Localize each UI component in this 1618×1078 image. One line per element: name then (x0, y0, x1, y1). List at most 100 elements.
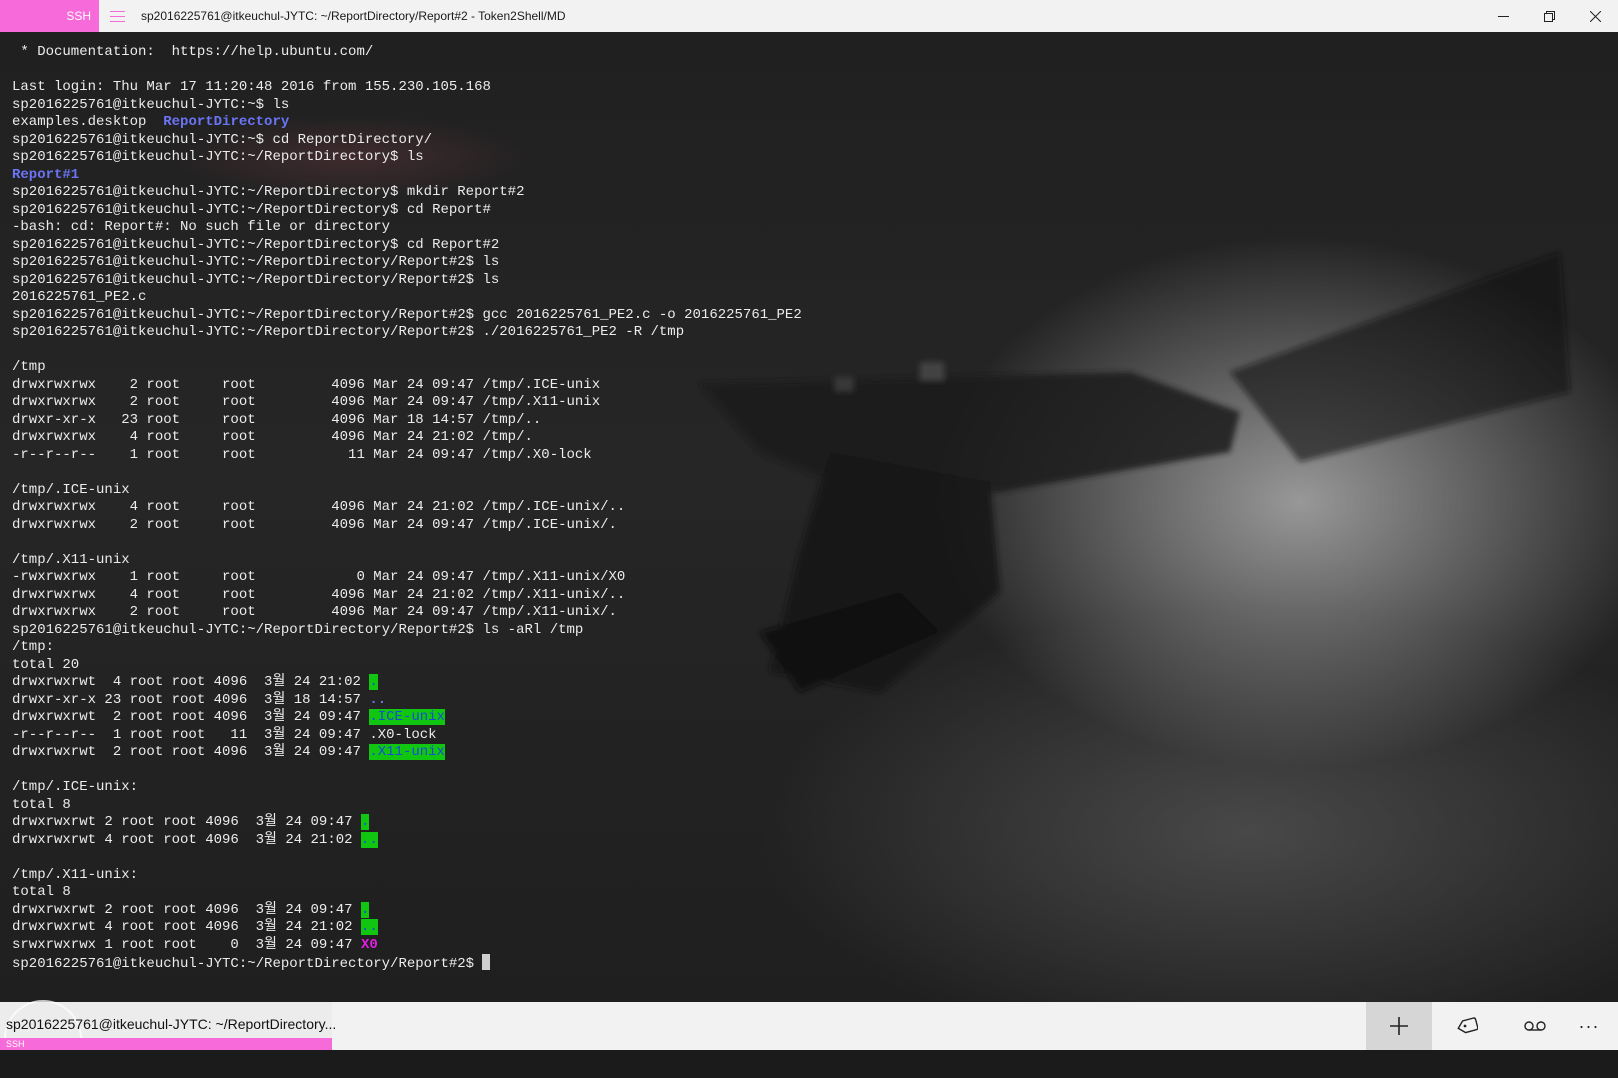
terminal-line: drwxrwxrwt 2 root root 4096 3월 24 09:47 … (12, 744, 802, 762)
close-icon (1589, 10, 1601, 22)
window-title: sp2016225761@itkeuchul-JYTC: ~/ReportDir… (141, 9, 566, 23)
terminal-text: . (369, 674, 378, 690)
terminal-line: drwxrwxrwt 4 root root 4096 3월 24 21:02 … (12, 674, 802, 692)
terminal-text: total 8 (12, 884, 71, 900)
terminal-text: sp2016225761@itkeuchul-JYTC:~/ReportDire… (12, 271, 500, 288)
tag-button[interactable] (1434, 1002, 1500, 1050)
terminal-line: /tmp/.ICE-unix: (12, 779, 802, 797)
voicemail-button[interactable] (1502, 1002, 1568, 1050)
plus-icon (1390, 1017, 1408, 1035)
terminal-text: drwxrwxrwx 4 root root 4096 Mar 24 21:02… (12, 499, 626, 515)
terminal-output: * Documentation: https://help.ubuntu.com… (12, 44, 802, 972)
terminal-text: drwxrwxrwx 4 root root 4096 Mar 24 21:02… (12, 429, 533, 445)
terminal-text: sp2016225761@itkeuchul-JYTC:~/ReportDire… (12, 201, 491, 218)
voicemail-icon (1524, 1021, 1546, 1031)
terminal-line: drwxrwxrwt 4 root root 4096 3월 24 21:02 … (12, 919, 802, 937)
terminal-text: drwxrwxrwx 2 root root 4096 Mar 24 09:47… (12, 516, 617, 533)
terminal-text: . (360, 814, 370, 830)
terminal-line: /tmp/.X11-unix (12, 552, 802, 570)
terminal-line: sp2016225761@itkeuchul-JYTC:~/ReportDire… (12, 622, 802, 640)
terminal-line: sp2016225761@itkeuchul-JYTC:~/ReportDire… (12, 954, 802, 972)
terminal-line: /tmp/.X11-unix: (12, 867, 802, 885)
terminal-text: sp2016225761@itkeuchul-JYTC:~/ReportDire… (12, 254, 500, 270)
terminal-text: sp2016225761@itkeuchul-JYTC:~/ReportDire… (12, 236, 500, 253)
terminal-text: sp2016225761@itkeuchul-JYTC:~$ cd Report… (12, 131, 433, 148)
terminal-text: . (360, 901, 370, 918)
terminal-line: /tmp/.ICE-unix (12, 482, 802, 500)
minimize-icon (1497, 15, 1509, 17)
terminal-text: -rwxrwxrwx 1 root root 0 Mar 24 09:47 /t… (12, 569, 626, 585)
restore-button[interactable] (1526, 0, 1572, 32)
terminal-text: X0 (360, 936, 378, 953)
terminal-text: drwxrwxrwt 4 root root 4096 3월 24 21:02 (12, 831, 361, 848)
terminal-line: drwxr-xr-x 23 root root 4096 3월 18 14:57… (12, 692, 802, 710)
terminal-line: -bash: cd: Report#: No such file or dire… (12, 219, 802, 237)
terminal-text: drwxrwxrwt 2 root root 4096 3월 24 09:47 (12, 814, 361, 830)
close-button[interactable] (1572, 0, 1618, 32)
terminal-text: sp2016225761@itkeuchul-JYTC:~/ReportDire… (12, 324, 685, 340)
session-tab[interactable]: sp2016225761@itkeuchul-JYTC: ~/ReportDir… (0, 1000, 336, 1050)
terminal-line: drwxr-xr-x 23 root root 4096 Mar 18 14:5… (12, 412, 802, 430)
terminal-line: Last login: Thu Mar 17 11:20:48 2016 fro… (12, 79, 802, 97)
minimize-button[interactable] (1480, 0, 1526, 32)
add-tab-button[interactable] (1366, 1002, 1432, 1050)
terminal-text: drwxrwxrwx 2 root root 4096 Mar 24 09:47… (12, 394, 601, 410)
terminal-cursor (482, 954, 491, 970)
terminal-line: total 8 (12, 797, 802, 815)
terminal-text: drwxrwxrwx 4 root root 4096 Mar 24 21:02… (12, 586, 626, 603)
terminal-line: drwxrwxrwx 2 root root 4096 Mar 24 09:47… (12, 394, 802, 412)
terminal-line: sp2016225761@itkeuchul-JYTC:~/ReportDire… (12, 307, 802, 325)
terminal-text: drwxrwxrwx 2 root root 4096 Mar 24 09:47… (12, 604, 617, 620)
terminal-text: /tmp/.X11-unix: (12, 866, 139, 883)
terminal-view[interactable]: * Documentation: https://help.ubuntu.com… (0, 32, 1618, 1002)
terminal-text: /tmp/.ICE-unix: (12, 779, 139, 795)
terminal-line: sp2016225761@itkeuchul-JYTC:~/ReportDire… (12, 149, 802, 167)
terminal-text: drwxrwxrwx 2 root root 4096 Mar 24 09:47… (12, 376, 601, 393)
terminal-line: /tmp: (12, 639, 802, 657)
terminal-line: -r--r--r-- 1 root root 11 3월 24 09:47 .X… (12, 727, 802, 745)
terminal-line: 2016225761_PE2.c (12, 289, 802, 307)
terminal-line: sp2016225761@itkeuchul-JYTC:~/ReportDire… (12, 324, 802, 342)
terminal-line: sp2016225761@itkeuchul-JYTC:~$ ls (12, 97, 802, 115)
title-bar: SSH sp2016225761@itkeuchul-JYTC: ~/Repor… (0, 0, 1618, 32)
terminal-text: /tmp/.ICE-unix (12, 481, 130, 498)
tag-icon (1457, 1017, 1478, 1034)
terminal-line: total 20 (12, 657, 802, 675)
terminal-line: drwxrwxrwx 2 root root 4096 Mar 24 09:47… (12, 377, 802, 395)
terminal-line: sp2016225761@itkeuchul-JYTC:~/ReportDire… (12, 184, 802, 202)
terminal-line: drwxrwxrwx 4 root root 4096 Mar 24 21:02… (12, 499, 802, 517)
session-tab-title: sp2016225761@itkeuchul-JYTC: ~/ReportDir… (6, 1016, 337, 1032)
terminal-text: sp2016225761@itkeuchul-JYTC:~/ReportDire… (12, 956, 483, 972)
terminal-text: sp2016225761@itkeuchul-JYTC:~/ReportDire… (12, 184, 525, 200)
terminal-text: /tmp (12, 359, 46, 375)
terminal-text: drwxrwxrwt 2 root root 4096 3월 24 09:47 (12, 901, 361, 918)
terminal-text: /tmp: (12, 639, 55, 655)
terminal-text: -r--r--r-- 1 root root 11 3월 24 09:47 .X… (12, 726, 437, 743)
more-options-button[interactable]: ··· (1560, 1002, 1618, 1050)
terminal-text: .X11-unix (369, 744, 445, 760)
terminal-text: Last login: Thu Mar 17 11:20:48 2016 fro… (12, 79, 491, 95)
terminal-text: .. (369, 691, 387, 708)
restore-icon (1543, 10, 1555, 22)
terminal-line: drwxrwxrwt 2 root root 4096 3월 24 09:47 … (12, 814, 802, 832)
terminal-text: * Documentation: https://help.ubuntu.com… (12, 44, 374, 60)
session-tab-indicator: SSH (0, 1038, 332, 1050)
terminal-line: drwxrwxrwx 4 root root 4096 Mar 24 21:02… (12, 587, 802, 605)
terminal-text: drwxrwxrwt 4 root root 4096 3월 24 21:02 (12, 674, 370, 690)
terminal-text: /tmp/.X11-unix (12, 551, 130, 568)
terminal-line: sp2016225761@itkeuchul-JYTC:~/ReportDire… (12, 202, 802, 220)
terminal-line: drwxrwxrwt 4 root root 4096 3월 24 21:02 … (12, 831, 802, 850)
terminal-line: srwxrwxrwx 1 root root 0 3월 24 09:47 X0 (12, 937, 802, 955)
terminal-line: sp2016225761@itkeuchul-JYTC:~/ReportDire… (12, 254, 802, 272)
terminal-text: sp2016225761@itkeuchul-JYTC:~$ ls (12, 96, 290, 113)
terminal-text: .. (360, 831, 378, 848)
terminal-text: drwxrwxrwt 2 root root 4096 3월 24 09:47 (12, 709, 370, 725)
terminal-text: 2016225761_PE2.c (12, 289, 147, 305)
hamburger-menu-icon[interactable] (99, 0, 135, 32)
terminal-line: sp2016225761@itkeuchul-JYTC:~$ cd Report… (12, 132, 802, 150)
